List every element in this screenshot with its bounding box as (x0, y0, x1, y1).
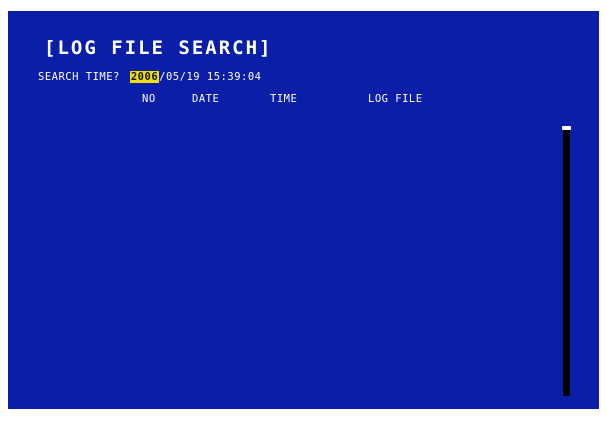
search-year-field[interactable]: 2006 (129, 71, 160, 83)
search-datetime-field[interactable]: /05/19 15:39:04 (159, 71, 261, 83)
search-time-label: SEARCH TIME? (38, 71, 120, 83)
column-header-time: TIME (270, 93, 298, 105)
column-header-date: DATE (192, 93, 220, 105)
column-header-log-file: LOG FILE (368, 93, 423, 105)
log-file-search-screen: [LOG FILE SEARCH] SEARCH TIME? 2006 /05/… (8, 11, 599, 409)
screen-title: [LOG FILE SEARCH] (44, 37, 273, 59)
log-list-scrollbar[interactable] (562, 126, 571, 396)
scrollbar-thumb[interactable] (562, 126, 571, 130)
search-time-row: SEARCH TIME? 2006 /05/19 15:39:04 (38, 69, 261, 85)
column-header-no: NO (142, 93, 156, 105)
